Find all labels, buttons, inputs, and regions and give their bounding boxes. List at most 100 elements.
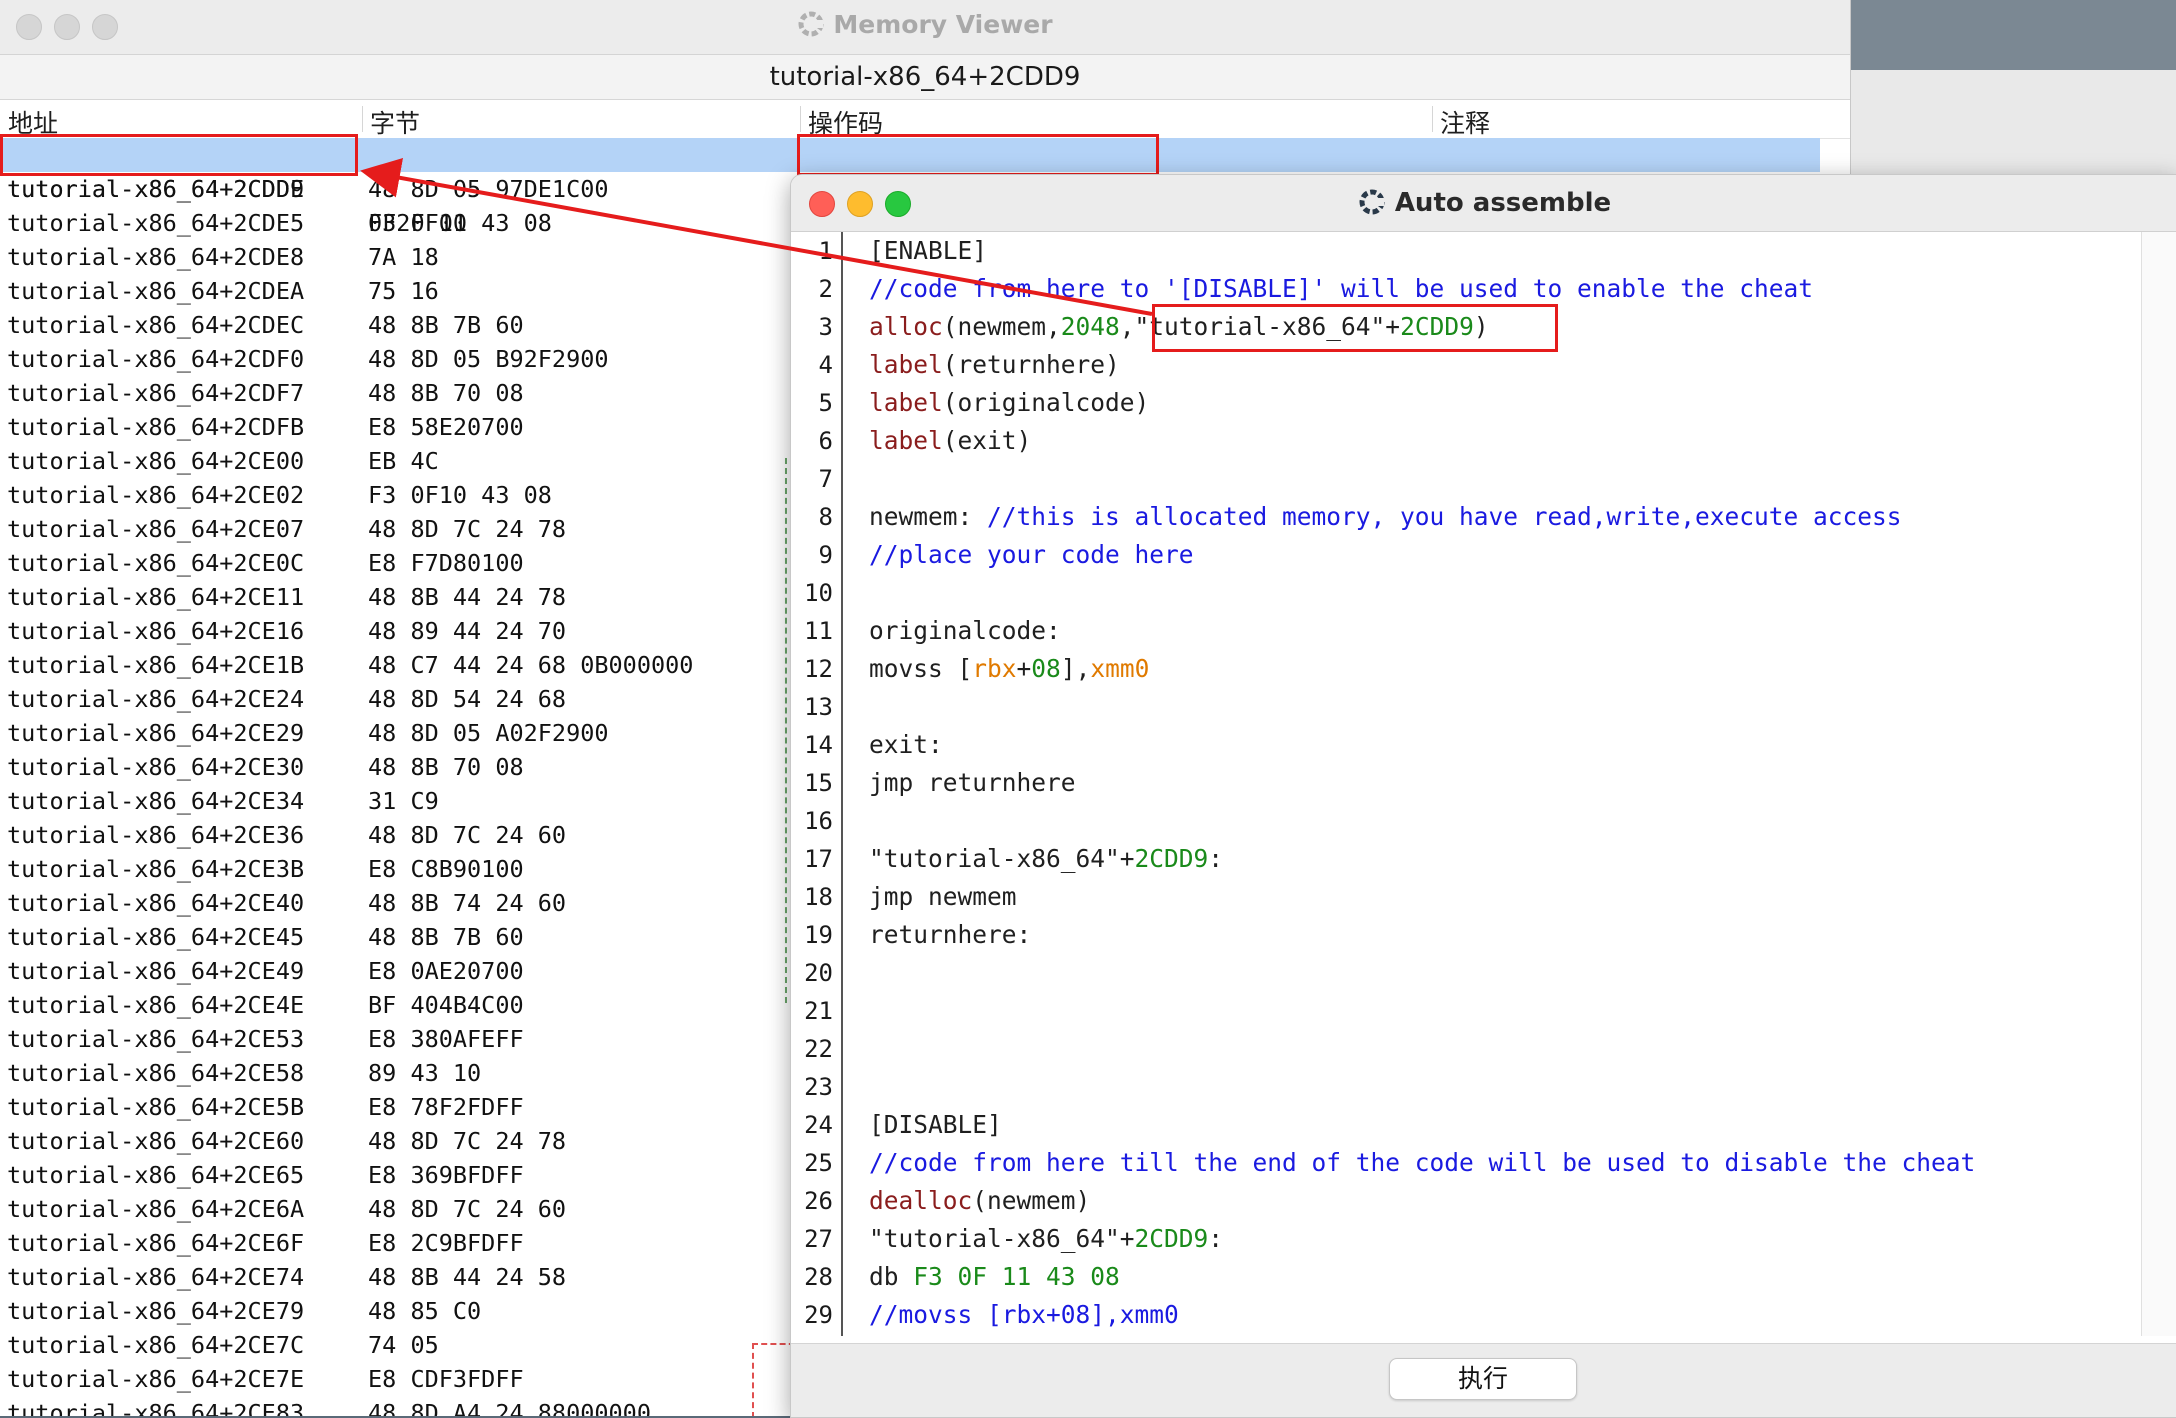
line-number: 1	[818, 237, 833, 265]
line-number: 8	[818, 503, 833, 531]
row-address: tutorial-x86_64+2CE00	[7, 447, 305, 475]
row-bytes: 48 8B 7B 60	[368, 311, 524, 339]
line-number: 13	[804, 693, 833, 721]
row-bytes: E8 0AE20700	[368, 957, 524, 985]
row-bytes: 74 05	[368, 1331, 439, 1359]
row-bytes: 48 8D A4 24 88000000	[368, 1399, 651, 1416]
row-bytes: E8 CDF3FDFF	[368, 1365, 524, 1393]
code-line-19: returnhere:	[869, 920, 1032, 949]
line-number: 7	[818, 465, 833, 493]
line-number: 19	[804, 921, 833, 949]
row-bytes: 48 8B 44 24 58	[368, 1263, 567, 1291]
row-bytes: E8 2C9BFDFF	[368, 1229, 524, 1257]
cheat-engine-icon	[1359, 189, 1385, 215]
row-address: tutorial-x86_64+2CE49	[7, 957, 305, 985]
cheat-engine-icon	[798, 11, 824, 37]
line-number: 25	[804, 1149, 833, 1177]
highlight-alloc-address-box	[1152, 304, 1558, 352]
row-bytes: E8 58E20700	[368, 413, 524, 441]
row-address: tutorial-x86_64+2CE45	[7, 923, 305, 951]
code-area[interactable]: [ENABLE] //code from here to '[DISABLE]'…	[869, 232, 1975, 1334]
line-number: 9	[818, 541, 833, 569]
auto-assemble-footer: 执行	[791, 1343, 2176, 1417]
row-bytes: E8 78F2FDFF	[368, 1093, 524, 1121]
row-bytes: 48 85 C0	[368, 1297, 482, 1325]
row-bytes: 48 8B 70 08	[368, 753, 524, 781]
column-header-comment[interactable]: 注释	[1440, 104, 1490, 140]
line-number: 27	[804, 1225, 833, 1253]
row-bytes: 0F2F 00	[368, 209, 468, 237]
code-line-8: newmem: //this is allocated memory, you …	[869, 502, 1902, 531]
row-address: tutorial-x86_64+2CE6F	[7, 1229, 305, 1257]
highlight-opcode-box	[797, 134, 1159, 176]
row-address: tutorial-x86_64+2CDEA	[7, 277, 305, 305]
code-line-6: label(exit)	[869, 426, 1032, 455]
row-bytes: 31 C9	[368, 787, 439, 815]
row-bytes: 48 8D 7C 24 60	[368, 1195, 567, 1223]
row-bytes: 48 8D 05 97DE1C00	[368, 175, 609, 203]
row-address: tutorial-x86_64+2CE65	[7, 1161, 305, 1189]
row-address: tutorial-x86_64+2CE1B	[7, 651, 305, 679]
column-header-bytes[interactable]: 字节	[370, 104, 420, 140]
row-bytes: 48 8D 05 A02F2900	[368, 719, 609, 747]
row-address: tutorial-x86_64+2CE7E	[7, 1365, 305, 1393]
row-bytes: 48 8D 7C 24 78	[368, 515, 567, 543]
line-number: 16	[804, 807, 833, 835]
line-number: 22	[804, 1035, 833, 1063]
row-address: tutorial-x86_64+2CE34	[7, 787, 305, 815]
row-address: tutorial-x86_64+2CE58	[7, 1059, 305, 1087]
row-address: tutorial-x86_64+2CE53	[7, 1025, 305, 1053]
row-address: tutorial-x86_64+2CDF0	[7, 345, 305, 373]
row-bytes: EB 4C	[368, 447, 439, 475]
code-line-2: //code from here to '[DISABLE]' will be …	[869, 274, 1814, 303]
line-number: 23	[804, 1073, 833, 1101]
address-bar: tutorial-x86_64+2CDD9	[0, 55, 1850, 100]
row-bytes: 48 8D 54 24 68	[368, 685, 567, 713]
row-address: tutorial-x86_64+2CDF7	[7, 379, 305, 407]
line-number: 6	[818, 427, 833, 455]
line-number: 28	[804, 1263, 833, 1291]
row-address: tutorial-x86_64+2CE07	[7, 515, 305, 543]
highlight-address-box	[0, 134, 358, 176]
line-number: 21	[804, 997, 833, 1025]
row-address: tutorial-x86_64+2CE16	[7, 617, 305, 645]
row-address: tutorial-x86_64+2CE11	[7, 583, 305, 611]
row-address: tutorial-x86_64+2CE02	[7, 481, 305, 509]
row-address: tutorial-x86_64+2CE79	[7, 1297, 305, 1325]
row-address: tutorial-x86_64+2CE29	[7, 719, 305, 747]
row-address: tutorial-x86_64+2CE5B	[7, 1093, 305, 1121]
line-number: 26	[804, 1187, 833, 1215]
row-address: tutorial-x86_64+2CE74	[7, 1263, 305, 1291]
row-bytes: 48 8D 7C 24 78	[368, 1127, 567, 1155]
auto-assemble-titlebar[interactable]: Auto assemble	[791, 175, 2176, 232]
row-address: tutorial-x86_64+2CDFB	[7, 413, 305, 441]
row-bytes: 48 8B 7B 60	[368, 923, 524, 951]
row-bytes: 48 8B 74 24 60	[368, 889, 567, 917]
code-line-24: [DISABLE]	[869, 1110, 1002, 1139]
editor-scrollbar[interactable]	[2141, 232, 2176, 1336]
row-bytes: 7A 18	[368, 243, 439, 271]
line-number: 14	[804, 731, 833, 759]
row-bytes: 48 8D 05 B92F2900	[368, 345, 609, 373]
code-line-12: movss [rbx+08],xmm0	[869, 654, 1150, 683]
row-address: tutorial-x86_64+2CE6A	[7, 1195, 305, 1223]
row-address: tutorial-x86_64+2CE60	[7, 1127, 305, 1155]
memory-viewer-titlebar[interactable]: Memory Viewer	[0, 0, 1850, 55]
row-bytes: 75 16	[368, 277, 439, 305]
row-address: tutorial-x86_64+2CE30	[7, 753, 305, 781]
line-number-gutter: 1 2 3 4 5 6 7 8 9 10 11 12 13 14 15 16 17 18 19 20 21 22 23 24 2…	[791, 232, 843, 1336]
row-address: tutorial-x86_64+2CDEC	[7, 311, 305, 339]
window-title: Auto assemble	[791, 187, 2176, 218]
row-bytes: 48 8B 44 24 78	[368, 583, 567, 611]
line-number: 18	[804, 883, 833, 911]
execute-button[interactable]: 执行	[1389, 1358, 1577, 1400]
row-address: tutorial-x86_64+2CE4E	[7, 991, 305, 1019]
script-editor[interactable]: 1 2 3 4 5 6 7 8 9 10 11 12 13 14 15 16 17 18 19 20 21 22 23 24 2…	[791, 232, 2176, 1336]
desktop-background	[1850, 0, 2176, 70]
row-bytes: E8 C8B90100	[368, 855, 524, 883]
